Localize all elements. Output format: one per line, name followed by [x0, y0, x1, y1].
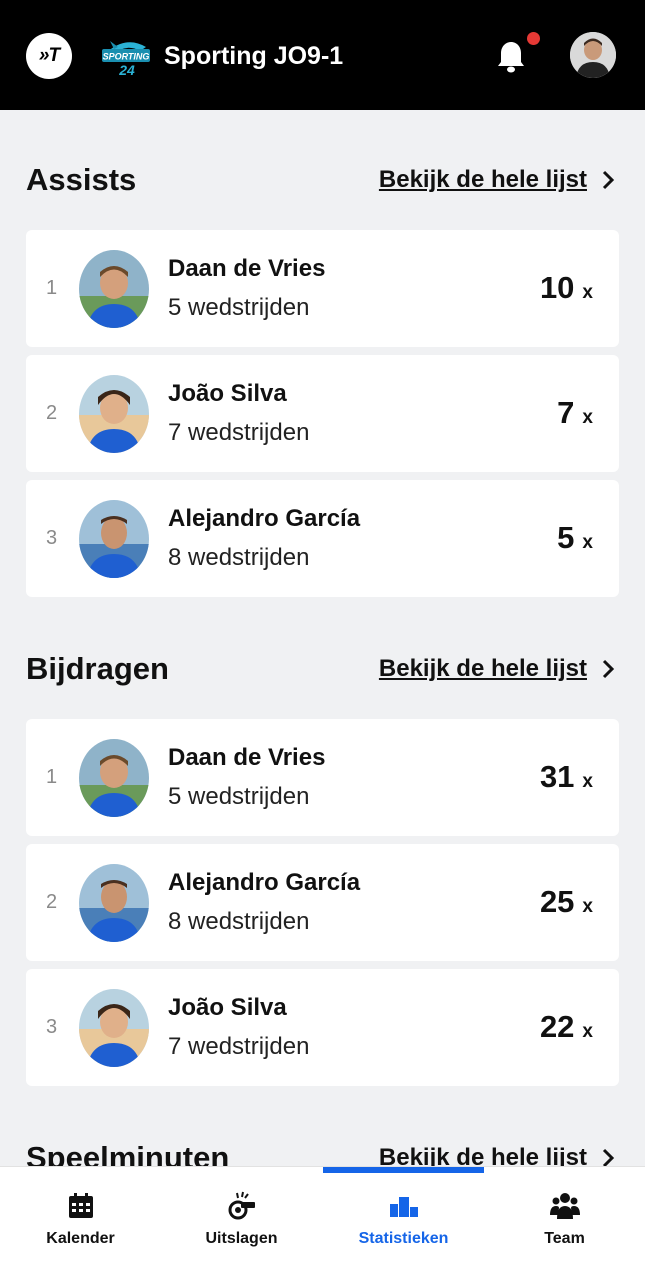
nav-item-uitslagen[interactable]: Uitslagen: [161, 1167, 322, 1268]
player-rank: 3: [46, 1016, 58, 1038]
stat-value: 31: [539, 759, 575, 794]
section-title: Speelminuten: [26, 1140, 230, 1166]
see-all-label: Bekijk de hele lijst: [378, 655, 587, 682]
player-photo: [79, 739, 149, 817]
stat-unit: x: [582, 407, 593, 428]
player-name: Daan de Vries: [168, 255, 326, 282]
player-name: Daan de Vries: [168, 744, 326, 771]
nav-label: Statistieken: [358, 1230, 449, 1247]
player-row[interactable]: 1 Daan de Vries 5 wedstrijden 31 x: [26, 719, 619, 836]
see-all-label: Bekijk de hele lijst: [378, 166, 587, 193]
chevron-right-icon: [602, 1148, 615, 1166]
stat-value: 25: [539, 884, 575, 919]
app-logo[interactable]: »T: [26, 33, 72, 79]
player-stat: 25 x: [540, 884, 593, 920]
stat-value: 7: [557, 395, 575, 430]
player-stat: 31 x: [540, 759, 593, 795]
player-matches: 7 wedstrijden: [168, 1033, 310, 1060]
stat-unit: x: [582, 771, 593, 792]
stat-value: 10: [539, 270, 575, 305]
see-all-link[interactable]: Bekijk de hele lijst: [379, 1142, 615, 1166]
player-row[interactable]: 2 João Silva 7 wedstrijden 7x: [26, 355, 619, 472]
calendar-icon: [69, 1193, 93, 1218]
nav-label: Team: [544, 1230, 585, 1247]
team-icon: [550, 1193, 580, 1219]
player-row[interactable]: 2 Alejandro García 8 wedstrijden 25 x: [26, 844, 619, 961]
stat-value: 5: [557, 520, 575, 555]
player-rank: 3: [46, 527, 58, 549]
player-name: João Silva: [168, 994, 287, 1021]
chevron-right-icon: [602, 659, 615, 679]
podium-icon: [390, 1197, 418, 1217]
player-photo: [79, 250, 149, 328]
nav-item-kalender[interactable]: Kalender: [0, 1167, 161, 1268]
team-name[interactable]: Sporting JO9-1: [164, 40, 343, 72]
chevron-right-icon: [602, 170, 615, 190]
bottom-navigation: Kalender Uitslagen Statistieken Team: [0, 1166, 645, 1268]
player-matches: 7 wedstrijden: [168, 419, 310, 446]
player-stat: 10 x: [540, 270, 593, 306]
whistle-icon: [228, 1191, 255, 1220]
player-rank: 1: [46, 766, 58, 788]
nav-item-statistieken[interactable]: Statistieken: [323, 1167, 484, 1268]
player-photo: [79, 375, 149, 453]
user-avatar[interactable]: [570, 32, 616, 78]
stat-unit: x: [582, 282, 593, 303]
club-logo-icon: SPORTING 24: [102, 41, 150, 78]
section-title: Bijdragen: [26, 651, 169, 686]
stat-unit: x: [582, 532, 593, 553]
stat-unit: x: [582, 1021, 593, 1042]
player-name: Alejandro García: [168, 505, 361, 532]
player-matches: 5 wedstrijden: [168, 294, 310, 321]
player-row[interactable]: 3 João Silva 7 wedstrijden 22 x: [26, 969, 619, 1086]
bell-icon[interactable]: [496, 40, 526, 74]
player-rank: 1: [46, 277, 58, 299]
player-row[interactable]: 3 Alejandro García 8 wedstrijden 5x: [26, 480, 619, 597]
player-stat: 5x: [557, 520, 593, 556]
nav-label: Kalender: [46, 1230, 115, 1247]
player-rank: 2: [46, 402, 58, 424]
player-photo: [79, 989, 149, 1067]
user-avatar-image: [570, 32, 616, 78]
player-matches: 5 wedstrijden: [168, 783, 310, 810]
nav-item-team[interactable]: Team: [484, 1167, 645, 1268]
player-photo: [79, 864, 149, 942]
player-rank: 2: [46, 891, 58, 913]
see-all-link[interactable]: Bekijk de hele lijst: [379, 653, 615, 685]
notification-dot: [527, 32, 540, 45]
player-matches: 8 wedstrijden: [168, 908, 310, 935]
statistics-content[interactable]: Assists Bekijk de hele lijst 1 Daan de V…: [0, 110, 645, 1166]
see-all-label: Bekijk de hele lijst: [378, 1144, 587, 1166]
see-all-link[interactable]: Bekijk de hele lijst: [379, 164, 615, 196]
player-row[interactable]: 1 Daan de Vries 5 wedstrijden 10 x: [26, 230, 619, 347]
player-stat: 7x: [557, 395, 593, 431]
nav-label: Uitslagen: [205, 1230, 278, 1247]
player-name: Alejandro García: [168, 869, 361, 896]
player-stat: 22 x: [540, 1009, 593, 1045]
player-name: João Silva: [168, 380, 287, 407]
section-title: Assists: [26, 162, 137, 197]
top-bar: »T SPORTING 24 Sporting JO9-1: [0, 0, 645, 110]
player-photo: [79, 500, 149, 578]
player-matches: 8 wedstrijden: [168, 544, 310, 571]
stat-unit: x: [582, 896, 593, 917]
stat-value: 22: [539, 1009, 575, 1044]
svg-text:SPORTING: SPORTING: [103, 52, 150, 62]
svg-text:24: 24: [118, 62, 135, 78]
